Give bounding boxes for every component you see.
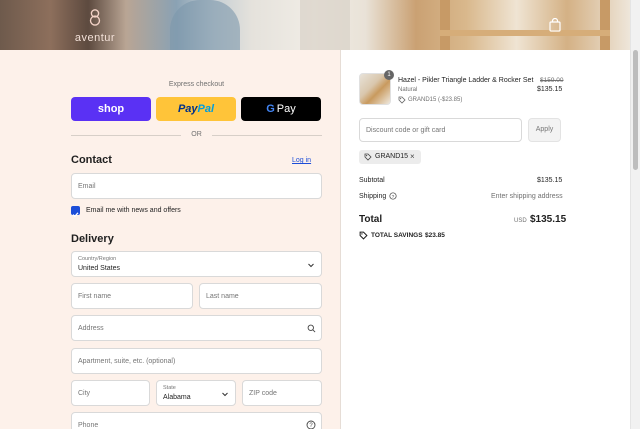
- brand-name: aventur: [74, 32, 116, 44]
- banner-photo-rail: [440, 30, 610, 36]
- paypal-button[interactable]: Pay Pal: [156, 97, 236, 121]
- scrollbar-thumb[interactable]: [633, 50, 638, 170]
- country-value: United States: [78, 265, 121, 272]
- country-select[interactable]: Country/Region United States: [71, 251, 322, 277]
- discount-code-placeholder: Discount code or gift card: [366, 127, 446, 134]
- chevron-down-icon: [308, 263, 314, 268]
- help-icon[interactable]: ?: [389, 192, 397, 200]
- first-name-placeholder: First name: [78, 293, 112, 300]
- original-price: $159.00: [540, 77, 564, 84]
- help-icon[interactable]: ?: [306, 420, 316, 429]
- item-price: $135.15: [537, 86, 563, 93]
- newsletter-label: Email me with news and offers: [86, 207, 181, 214]
- discount-code-input[interactable]: Discount code or gift card: [359, 118, 522, 142]
- delivery-heading: Delivery: [71, 233, 114, 245]
- shipping-value: Enter shipping address: [491, 193, 563, 200]
- banner-photo-post: [600, 0, 610, 50]
- total-label: Total: [359, 214, 383, 225]
- apartment-placeholder: Apartment, suite, etc. (optional): [78, 358, 176, 365]
- subtotal-label: Subtotal: [359, 177, 385, 184]
- address-field[interactable]: Address: [71, 315, 322, 341]
- banner-photo-post: [440, 0, 450, 50]
- page-scrollbar[interactable]: [630, 0, 640, 429]
- state-select[interactable]: State Alabama: [156, 380, 236, 406]
- savings-tag-icon: [359, 231, 368, 240]
- shop-pay-label: shop: [97, 103, 125, 115]
- tag-icon: [398, 96, 406, 104]
- apply-discount-button[interactable]: Apply: [528, 118, 561, 142]
- paypal-label-pay: Pay: [177, 103, 198, 115]
- currency-code: USD: [514, 218, 527, 224]
- city-field[interactable]: City: [71, 380, 150, 406]
- zip-placeholder: ZIP code: [249, 390, 277, 397]
- applied-discount-code: GRAND15: [375, 153, 409, 160]
- last-name-placeholder: Last name: [206, 293, 239, 300]
- contact-heading: Contact: [71, 154, 112, 166]
- brand-logo[interactable]: aventur: [70, 8, 120, 44]
- checkmark-icon: [72, 212, 79, 218]
- quantity-badge: 1: [384, 70, 394, 80]
- shipping-label: Shipping: [359, 193, 387, 200]
- svg-text:?: ?: [392, 194, 395, 200]
- apartment-field[interactable]: Apartment, suite, etc. (optional): [71, 348, 322, 374]
- chevron-down-icon: [222, 392, 228, 397]
- order-summary-panel: [341, 50, 630, 429]
- total-value: $135.15: [530, 214, 567, 225]
- shopping-bag-icon[interactable]: [549, 18, 561, 32]
- total-savings-label: TOTAL SAVINGS: [371, 232, 423, 239]
- country-label: Country/Region: [78, 256, 117, 262]
- first-name-field[interactable]: First name: [71, 283, 193, 309]
- header-banner: aventur: [0, 0, 630, 50]
- banner-photo-cloth: [300, 0, 350, 50]
- applied-discount-chip: GRAND15 ×: [359, 150, 421, 164]
- product-variant: Natural: [398, 87, 418, 93]
- product-name: Hazel - Pikler Triangle Ladder & Rocker …: [398, 77, 534, 84]
- google-pay-button[interactable]: G Pay: [241, 97, 321, 121]
- shop-pay-button[interactable]: shop: [71, 97, 151, 121]
- google-g-icon: G: [266, 103, 275, 115]
- state-label: State: [163, 385, 176, 391]
- address-placeholder: Address: [78, 325, 104, 332]
- email-field[interactable]: Email: [71, 173, 322, 199]
- phone-placeholder: Phone: [78, 422, 99, 429]
- total-savings-value: $23.85: [425, 232, 445, 239]
- google-pay-label: Pay: [276, 103, 296, 115]
- paypal-label-pal: Pal: [197, 103, 215, 115]
- or-label: OR: [191, 131, 202, 138]
- zip-field[interactable]: ZIP code: [242, 380, 322, 406]
- or-divider: OR: [71, 130, 322, 140]
- tag-icon: [364, 153, 372, 161]
- remove-discount-icon[interactable]: ×: [410, 152, 415, 161]
- last-name-field[interactable]: Last name: [199, 283, 322, 309]
- email-placeholder: Email: [78, 183, 96, 190]
- express-checkout-label: Express checkout: [168, 81, 225, 88]
- state-value: Alabama: [163, 394, 191, 401]
- brand-logo-icon: [89, 9, 101, 26]
- city-placeholder: City: [78, 390, 91, 397]
- item-discount-tag: GRAND15 (-$23.85): [408, 97, 463, 103]
- banner-photo-figure: [170, 0, 240, 50]
- search-icon: [307, 324, 316, 333]
- login-link[interactable]: Log in: [292, 157, 311, 164]
- subtotal-value: $135.15: [537, 177, 563, 184]
- newsletter-checkbox[interactable]: [71, 206, 80, 218]
- phone-field[interactable]: Phone ?: [71, 412, 322, 429]
